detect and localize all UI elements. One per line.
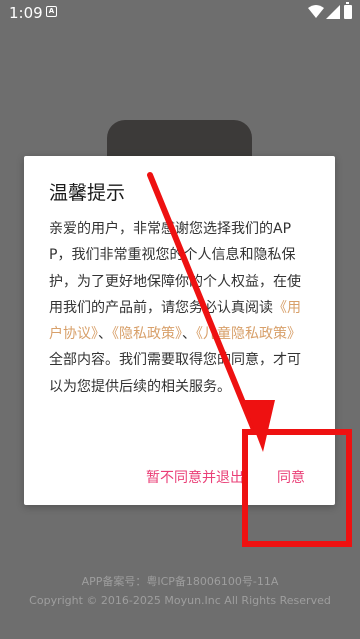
status-time: 1:09 <box>9 4 43 22</box>
disagree-exit-button[interactable]: 暂不同意并退出 <box>146 467 244 487</box>
privacy-dialog: 温馨提示 亲爱的用户，非常感谢您选择我们的APP，我们非常重视您的个人信息和隐私… <box>24 156 335 505</box>
agree-button[interactable]: 同意 <box>277 467 305 487</box>
status-bar: 1:09 A <box>0 0 360 26</box>
icp-record: APP备案号：粤ICP备18006100号-11A <box>81 575 279 588</box>
notification-icon: A <box>46 6 57 17</box>
dialog-body: 亲爱的用户，非常感谢您选择我们的APP，我们非常重视您的个人信息和隐私保护，为了… <box>49 216 313 400</box>
signal-icon <box>326 5 340 19</box>
copyright-text: Copyright © 2016-2025 Moyun.Inc All Righ… <box>29 594 331 607</box>
body-separator: 、 <box>98 326 112 343</box>
privacy-policy-link[interactable]: 《隐私政策》 <box>112 326 182 342</box>
dialog-title: 温馨提示 <box>49 182 126 204</box>
wifi-icon <box>308 5 324 18</box>
body-separator: 、 <box>182 326 196 343</box>
battery-icon <box>344 2 352 19</box>
child-privacy-policy-link[interactable]: 《儿童隐私政策》 <box>196 326 301 342</box>
body-text-intro: 亲爱的用户，非常感谢您选择我们的APP，我们非常重视您的个人信息和隐私保护，为了… <box>49 221 301 316</box>
body-text-outro: 全部内容。我们需要取得您的同意，才可以为您提供后续的相关服务。 <box>49 352 301 395</box>
